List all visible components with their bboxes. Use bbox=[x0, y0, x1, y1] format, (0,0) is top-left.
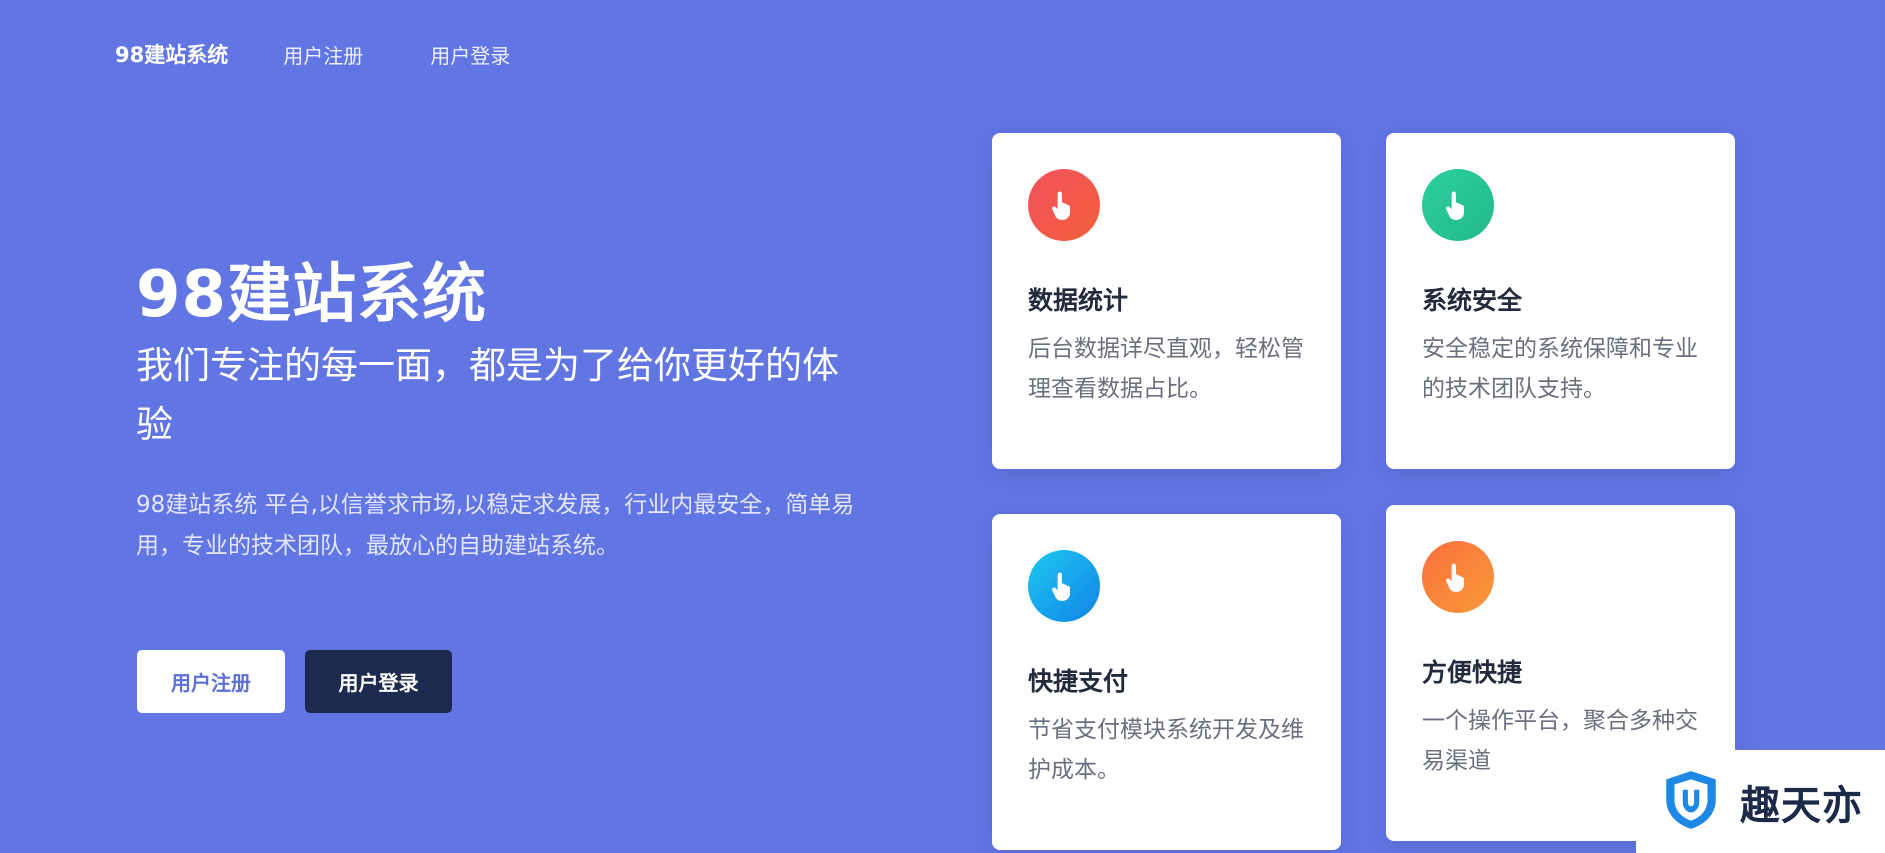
card-title: 系统安全 bbox=[1422, 286, 1523, 315]
card-title: 方便快捷 bbox=[1422, 658, 1523, 687]
card-title: 快捷支付 bbox=[1028, 667, 1129, 696]
card-text: 节省支付模块系统开发及维护成本。 bbox=[1028, 717, 1304, 783]
pointer-hand-icon bbox=[1422, 541, 1494, 613]
hero-title: 98建站系统 bbox=[136, 258, 488, 332]
nav-brand[interactable]: 98建站系统 bbox=[115, 39, 228, 69]
card-text: 安全稳定的系统保障和专业的技术团队支持。 bbox=[1422, 336, 1698, 402]
pointer-hand-icon bbox=[1028, 169, 1100, 241]
landing-page: 98建站系统 用户注册 用户登录 98建站系统 我们专注的每一面，都是为了给你更… bbox=[0, 0, 1885, 853]
nav-register-link[interactable]: 用户注册 bbox=[283, 40, 363, 69]
card-title: 数据统计 bbox=[1028, 286, 1129, 315]
pointer-hand-icon bbox=[1028, 550, 1100, 622]
feature-card-stats: 数据统计 后台数据详尽直观，轻松管理查看数据占比。 bbox=[992, 133, 1341, 469]
card-text: 后台数据详尽直观，轻松管理查看数据占比。 bbox=[1028, 336, 1304, 402]
register-button[interactable]: 用户注册 bbox=[137, 650, 285, 713]
nav-login-link[interactable]: 用户登录 bbox=[430, 40, 510, 69]
hero-subtitle: 我们专注的每一面，都是为了给你更好的体验 bbox=[136, 344, 839, 446]
login-button[interactable]: 用户登录 bbox=[305, 650, 452, 713]
pointer-hand-icon bbox=[1422, 169, 1494, 241]
feature-card-payment: 快捷支付 节省支付模块系统开发及维护成本。 bbox=[992, 514, 1341, 850]
watermark-text: 趣天亦 bbox=[1740, 782, 1863, 829]
top-nav: 98建站系统 用户注册 用户登录 bbox=[115, 38, 577, 70]
feature-card-security: 系统安全 安全稳定的系统保障和专业的技术团队支持。 bbox=[1386, 133, 1735, 469]
shield-logo-icon bbox=[1658, 767, 1724, 837]
hero-description: 98建站系统 平台,以信誉求市场,以稳定求发展，行业内最安全，简单易用，专业的技… bbox=[136, 492, 855, 559]
watermark: 趣天亦 bbox=[1636, 750, 1885, 853]
